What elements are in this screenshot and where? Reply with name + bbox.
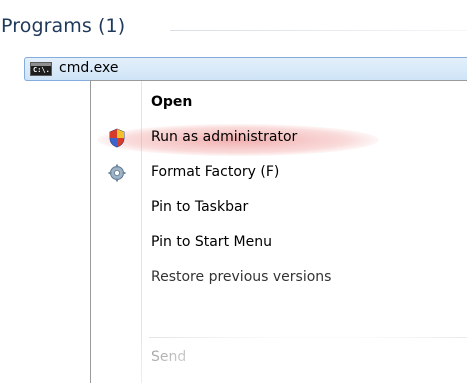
menu-item-label: Restore previous versions xyxy=(151,269,332,285)
menu-item-label: Send xyxy=(151,349,187,365)
menu-item-label: Pin to Start Menu xyxy=(151,234,272,250)
section-divider xyxy=(170,30,467,31)
menu-item-pin-to-start-menu[interactable]: Pin to Start Menu xyxy=(91,228,467,258)
menu-item-open[interactable]: Open xyxy=(91,88,467,118)
uac-shield-icon xyxy=(107,128,127,148)
menu-item-label: Open xyxy=(151,94,193,110)
menu-item-restore-previous-versions[interactable]: Restore previous versions xyxy=(91,263,467,293)
menu-item-run-as-administrator[interactable]: Run as administrator xyxy=(91,123,467,156)
menu-item-send-to[interactable]: Send xyxy=(91,343,467,373)
context-menu: Open Run as administrator Format Factory… xyxy=(90,80,467,384)
menu-item-label: Format Factory (F) xyxy=(151,164,280,180)
menu-separator xyxy=(149,337,467,338)
section-title: Programs (1) xyxy=(1,15,126,37)
cmd-icon-text: C:\. xyxy=(33,66,50,74)
format-factory-icon xyxy=(107,163,127,183)
menu-item-pin-to-taskbar[interactable]: Pin to Taskbar xyxy=(91,193,467,223)
search-result-label: cmd.exe xyxy=(59,60,119,76)
menu-item-label: Pin to Taskbar xyxy=(151,199,249,215)
menu-item-format-factory[interactable]: Format Factory (F) xyxy=(91,158,467,188)
search-result-cmd[interactable]: C:\. cmd.exe xyxy=(24,57,467,81)
cmd-console-icon: C:\. xyxy=(30,62,52,76)
programs-section-header: Programs (1) xyxy=(0,8,467,44)
menu-item-label: Run as administrator xyxy=(151,129,298,145)
